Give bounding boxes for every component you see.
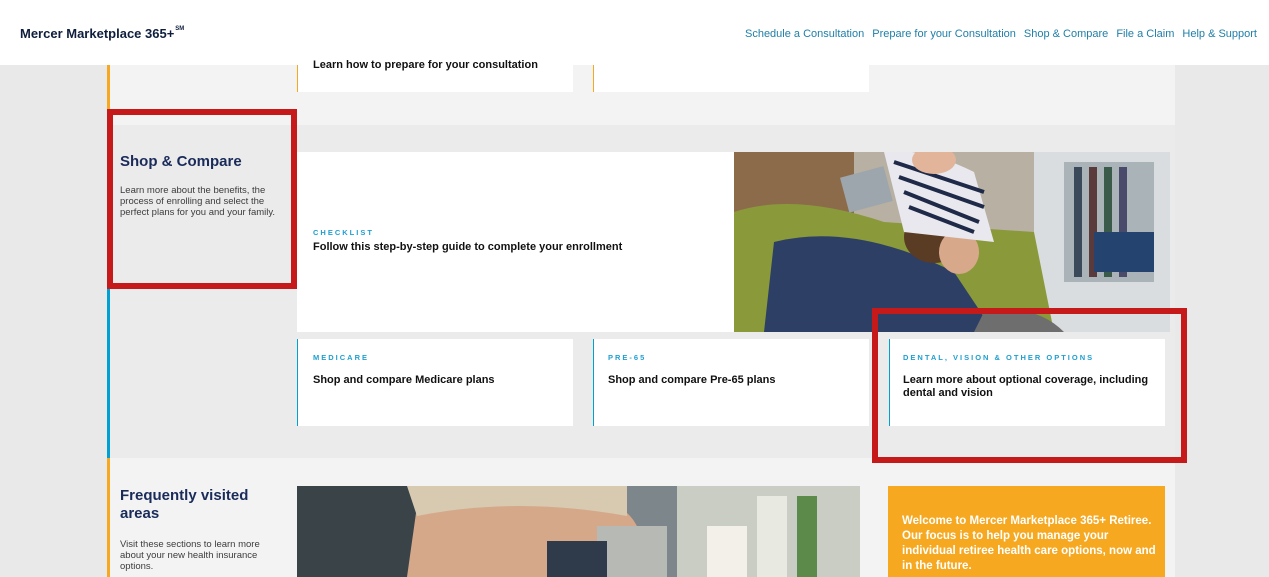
site-header: Mercer Marketplace 365+SM Schedule a Con… [0,0,1269,65]
prev-card-empty[interactable] [593,65,869,92]
doctor-photo [297,486,860,577]
nav-schedule-consultation[interactable]: Schedule a Consultation [745,28,864,40]
nav-file-claim[interactable]: File a Claim [1116,28,1174,40]
nav-prepare-consultation[interactable]: Prepare for your Consultation [872,28,1016,40]
card-accent [593,339,594,426]
pre65-eyebrow: PRE-65 [608,353,647,362]
checklist-card[interactable]: CHECKLIST Follow this step-by-step guide… [297,152,734,332]
right-gutter [1175,65,1269,577]
faq-section-description: Visit these sections to learn more about… [120,539,260,572]
prev-card-title: Learn how to prepare for your consultati… [313,59,538,71]
family-tablet-photo [734,152,1170,332]
checklist-eyebrow: CHECKLIST [313,228,374,237]
highlight-box-shop-compare [107,109,297,289]
top-nav: Schedule a Consultation Prepare for your… [745,28,1257,40]
welcome-banner: Welcome to Mercer Marketplace 365+ Retir… [888,486,1165,577]
brand-name: Mercer Marketplace 365+ [20,26,175,41]
brand-service-mark: SM [175,26,185,32]
card-accent [297,65,298,92]
family-photo-illustration [734,152,1170,332]
card-accent [297,339,298,426]
left-gutter [0,65,107,577]
medicare-title: Shop and compare Medicare plans [313,374,495,386]
faq-section-title: Frequently visited areas [120,487,249,522]
pre65-title: Shop and compare Pre-65 plans [608,374,776,386]
brand-logo[interactable]: Mercer Marketplace 365+SM [20,26,184,41]
doctor-photo-illustration [297,486,860,577]
medicare-eyebrow: MEDICARE [313,353,370,362]
card-accent [593,65,594,92]
checklist-title: Follow this step-by-step guide to comple… [313,241,623,253]
pre65-card[interactable]: PRE-65 Shop and compare Pre-65 plans [593,339,869,426]
prev-card-prepare[interactable]: Learn how to prepare for your consultati… [297,59,573,92]
welcome-text: Welcome to Mercer Marketplace 365+ Retir… [902,515,1156,572]
section-accent-bar-orange-bottom [107,458,110,577]
nav-help-support[interactable]: Help & Support [1182,28,1257,40]
nav-shop-compare[interactable]: Shop & Compare [1024,28,1108,40]
highlight-box-dental-vision [872,308,1187,463]
medicare-card[interactable]: MEDICARE Shop and compare Medicare plans [297,339,573,426]
